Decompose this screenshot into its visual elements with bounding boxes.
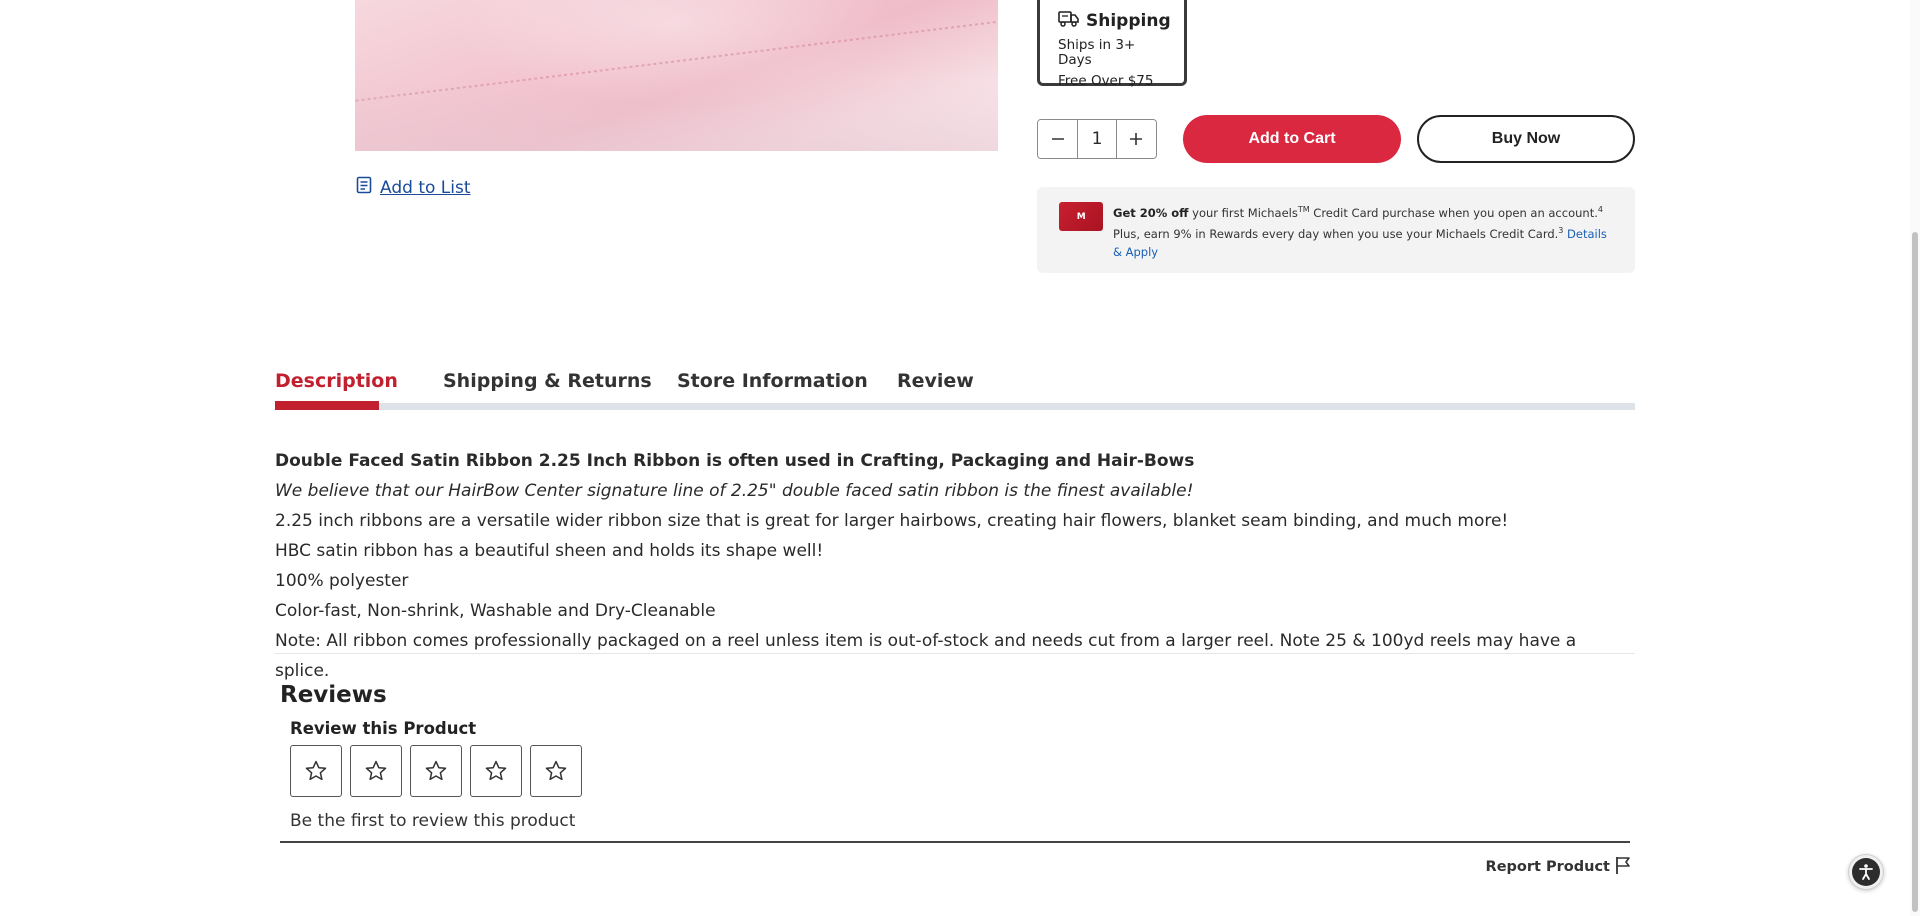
- accessibility-icon: [1852, 858, 1880, 886]
- shipping-threshold: Free Over $75: [1058, 72, 1154, 89]
- shipping-option[interactable]: Shipping Ships in 3+ Days Free Over $75: [1037, 0, 1187, 89]
- star-rating-4-button[interactable]: [470, 745, 522, 797]
- ribbon-shadow: [355, 80, 998, 151]
- scrollbar-thumb[interactable]: [1912, 232, 1918, 912]
- description-line: Color-fast, Non-shrink, Washable and Dry…: [275, 601, 716, 621]
- reviews-heading: Reviews: [280, 682, 387, 708]
- star-icon: [545, 760, 567, 781]
- quantity-stepper: 1: [1037, 119, 1157, 159]
- quantity-input[interactable]: 1: [1077, 120, 1117, 158]
- star-rating-3-button[interactable]: [410, 745, 462, 797]
- list-icon: [356, 176, 372, 199]
- promo-text-2: Credit Card purchase when you open an ac…: [1309, 205, 1598, 220]
- star-icon: [485, 760, 507, 781]
- description-line: HBC satin ribbon has a beautiful sheen a…: [275, 541, 824, 561]
- promo-bold: Get 20% off: [1113, 205, 1189, 220]
- page-scrollbar[interactable]: [1910, 0, 1920, 916]
- card-logo: M: [1076, 211, 1086, 222]
- shipping-time: Ships in 3+ Days: [1058, 37, 1136, 68]
- add-to-list-link[interactable]: Add to List: [356, 176, 471, 199]
- tab-description[interactable]: Description: [275, 370, 398, 392]
- add-to-list-label: Add to List: [380, 177, 471, 198]
- footnote-4: 4: [1597, 205, 1603, 214]
- description-line: Note: All ribbon comes professionally pa…: [275, 631, 1577, 681]
- flag-icon: [1614, 855, 1632, 879]
- description-line: 100% polyester: [275, 571, 409, 591]
- tab-store-information[interactable]: Store Information: [677, 370, 868, 392]
- description-tagline: We believe that our HairBow Center signa…: [275, 481, 1194, 501]
- star-rating-input: [290, 745, 582, 797]
- increase-quantity-button[interactable]: [1116, 120, 1156, 158]
- star-rating-5-button[interactable]: [530, 745, 582, 797]
- buy-now-button[interactable]: Buy Now: [1417, 115, 1635, 163]
- promo-text-3: Plus, earn 9% in Rewards every day when …: [1113, 226, 1559, 241]
- star-rating-1-button[interactable]: [290, 745, 342, 797]
- star-icon: [365, 760, 387, 781]
- promo-text: Get 20% off your first MichaelsTM Credit…: [1113, 201, 1613, 273]
- review-this-product-label: Review this Product: [290, 719, 477, 738]
- accessibility-button[interactable]: [1848, 854, 1884, 890]
- star-rating-2-button[interactable]: [350, 745, 402, 797]
- add-to-cart-button[interactable]: Add to Cart: [1183, 115, 1401, 163]
- footnote-3: 3: [1558, 225, 1564, 235]
- description-heading: Double Faced Satin Ribbon 2.25 Inch Ribb…: [275, 451, 1195, 471]
- plus-icon: [1130, 133, 1143, 145]
- credit-card-promo: M Get 20% off your first MichaelsTM Cred…: [1037, 187, 1635, 273]
- star-icon: [425, 760, 447, 781]
- minus-icon: [1051, 138, 1064, 140]
- truck-icon: [1058, 9, 1080, 32]
- report-product-link[interactable]: Report Product: [1486, 855, 1632, 879]
- description-divider: [275, 653, 1635, 654]
- promo-text-1: your first Michaels: [1188, 205, 1298, 220]
- report-product-label: Report Product: [1485, 859, 1610, 875]
- product-tabs: Description Shipping & Returns Store Inf…: [275, 370, 1635, 410]
- first-review-prompt: Be the first to review this product: [290, 811, 576, 831]
- shipping-title-row: Shipping: [1058, 9, 1171, 32]
- decrease-quantity-button[interactable]: [1038, 120, 1078, 158]
- description-panel: Double Faced Satin Ribbon 2.25 Inch Ribb…: [275, 446, 1635, 686]
- description-line: 2.25 inch ribbons are a versatile wider …: [275, 511, 1509, 531]
- tab-shipping-returns[interactable]: Shipping & Returns: [443, 370, 652, 392]
- product-image: [355, 0, 998, 151]
- star-icon: [305, 760, 327, 781]
- reviews-divider: [280, 841, 1630, 843]
- trademark: TM: [1297, 205, 1310, 214]
- tab-review[interactable]: Review: [897, 370, 974, 392]
- shipping-title: Shipping: [1086, 10, 1171, 31]
- credit-card-image: M: [1059, 202, 1103, 231]
